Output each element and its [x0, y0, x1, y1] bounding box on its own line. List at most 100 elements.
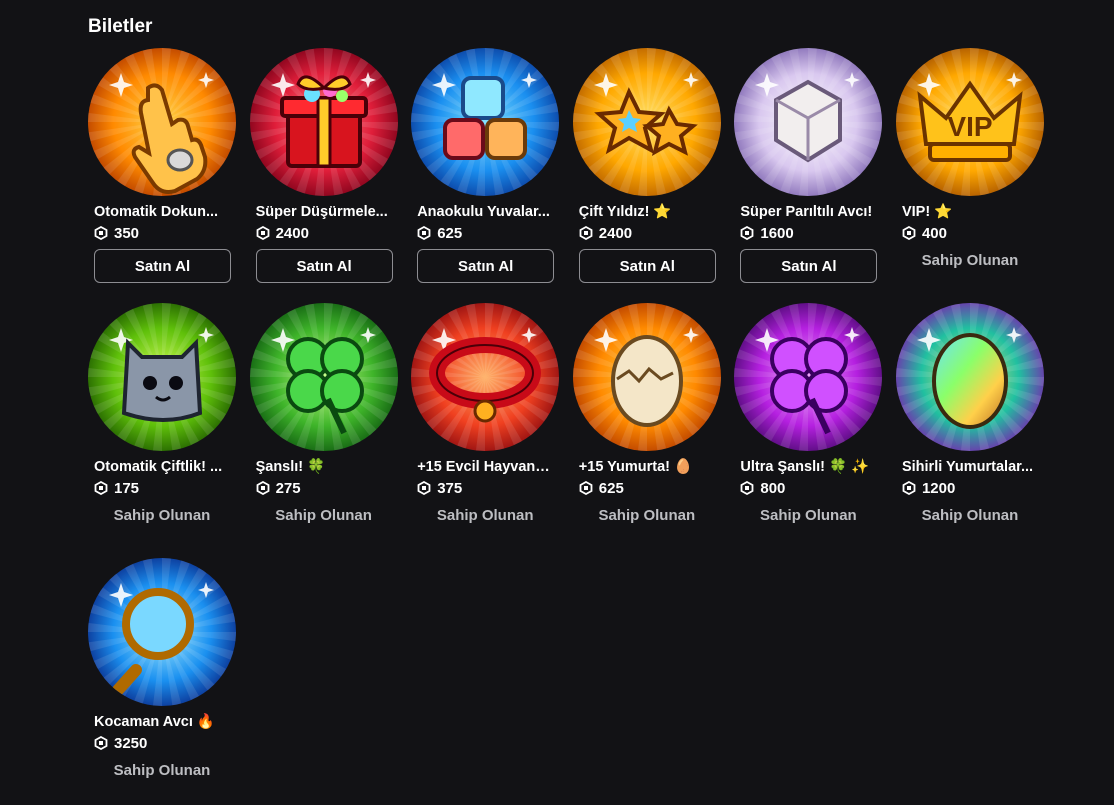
pass-price: 2400 [250, 222, 398, 244]
robux-icon [579, 480, 593, 496]
pass-name: Süper Düşürmele... [250, 202, 392, 222]
pass-name: Anaokulu Yuvalar... [411, 202, 553, 222]
pass-price: 375 [411, 477, 559, 499]
pass-emoji: 🍀 [307, 459, 326, 475]
price-value: 175 [114, 479, 140, 497]
robux-icon [94, 480, 108, 496]
pass-name: Ultra Şanslı! 🍀 ✨ [734, 457, 876, 477]
price-value: 625 [598, 479, 624, 497]
pass-card[interactable]: Otomatik Dokun... 350 Satın Al [88, 48, 236, 286]
pass-name-text: Süper Düşürmele... [255, 204, 388, 220]
pass-price: 625 [411, 222, 559, 244]
robux-icon [256, 225, 270, 241]
pass-card[interactable]: VIP VIP! ⭐ 400 Sahip Olunan [895, 48, 1044, 286]
pass-card[interactable]: Ultra Şanslı! 🍀 ✨ 800 Sahip Olunan [734, 303, 883, 541]
cracked-egg-icon[interactable] [572, 303, 721, 451]
pass-price: 350 [88, 222, 236, 244]
pass-name: Otomatik Çiftlik! ... [88, 457, 230, 477]
magnifier-icon[interactable] [88, 558, 236, 706]
pass-price: 1200 [896, 477, 1044, 499]
owned-label: Sahip Olunan [113, 507, 211, 524]
buy-button[interactable]: Satın Al [417, 249, 555, 283]
owned-label: Sahip Olunan [436, 507, 534, 524]
price-value: 2400 [275, 224, 309, 242]
owned-label: Sahip Olunan [598, 507, 696, 524]
buy-button[interactable]: Satın Al [255, 249, 393, 283]
shiny-dice-icon[interactable] [734, 48, 883, 196]
pass-price: 400 [896, 222, 1044, 244]
owned-label: Sahip Olunan [275, 507, 372, 524]
pass-name-text: Süper Parıltılı Avcı! [740, 204, 873, 220]
owned-label: Sahip Olunan [921, 507, 1019, 524]
pet-collar-icon[interactable] [411, 303, 560, 451]
robux-icon [740, 225, 754, 241]
price-value: 375 [437, 479, 463, 497]
pass-card[interactable]: Otomatik Çiftlik! ... 175 Sahip Olunan [88, 303, 236, 541]
gift-box-icon[interactable] [249, 48, 398, 196]
pass-card[interactable]: Kocaman Avcı 🔥 3250 Sahip Olunan [88, 558, 236, 796]
buy-button[interactable]: Satın Al [578, 249, 716, 283]
robux-icon [902, 225, 916, 241]
pass-name-text: Ultra Şanslı! [740, 459, 825, 475]
robux-icon [417, 480, 431, 496]
pass-emoji: 🥚 [674, 459, 693, 475]
pass-price: 1600 [734, 222, 882, 244]
pass-name: Kocaman Avcı 🔥 [88, 712, 230, 732]
price-value: 1200 [921, 479, 956, 497]
robux-icon [902, 480, 916, 496]
pass-price: 625 [573, 477, 721, 499]
pass-emoji: 🍀 ✨ [828, 459, 870, 475]
pass-price: 3250 [88, 732, 236, 754]
pass-card[interactable]: Çift Yıldız! ⭐ 2400 Satın Al [572, 48, 721, 286]
passes-grid: Otomatik Dokun... 350 Satın Al Süper Düşür… [88, 48, 1044, 796]
price-value: 3250 [114, 734, 148, 752]
pass-name-text: Sihirli Yumurtalar... [901, 459, 1034, 475]
purple-clover-icon[interactable] [734, 303, 883, 451]
pass-price: 175 [88, 477, 236, 499]
buy-button[interactable]: Satın Al [740, 249, 878, 283]
price-value: 275 [275, 479, 301, 497]
pass-price: 2400 [573, 222, 721, 244]
buy-button[interactable]: Satın Al [94, 249, 231, 283]
pass-name-text: Anaokulu Yuvalar... [417, 204, 550, 220]
pass-card[interactable]: Şanslı! 🍀 275 Sahip Olunan [249, 303, 398, 541]
price-value: 400 [921, 224, 947, 242]
pass-name-text: Otomatik Çiftlik! ... [94, 459, 223, 475]
pass-emoji: ⭐ [653, 204, 672, 220]
toy-blocks-icon[interactable] [411, 48, 560, 196]
pass-card[interactable]: Anaokulu Yuvalar... 625 Satın Al [411, 48, 560, 286]
price-value: 2400 [598, 224, 633, 242]
cat-pet-icon[interactable] [88, 303, 236, 451]
svg-text:VIP: VIP [947, 111, 992, 142]
price-value: 1600 [760, 224, 794, 242]
pass-name: Sihirli Yumurtalar... [896, 457, 1038, 477]
pass-emoji: ⭐ [934, 204, 953, 220]
pass-emoji: 🔥 [196, 714, 215, 730]
clover-icon[interactable] [249, 303, 398, 451]
pass-name: VIP! ⭐ [896, 202, 1038, 222]
owned-label: Sahip Olunan [760, 507, 857, 524]
owned-label: Sahip Olunan [921, 252, 1019, 269]
pass-price: 275 [250, 477, 398, 499]
owned-label: Sahip Olunan [113, 762, 211, 779]
pass-name-text: Kocaman Avcı [94, 714, 193, 730]
pass-name: Çift Yıldız! ⭐ [573, 202, 715, 222]
vip-crown-icon[interactable]: VIP [895, 48, 1044, 196]
robux-icon [94, 735, 108, 751]
pass-name: Süper Parıltılı Avcı! [734, 202, 876, 222]
double-star-icon[interactable] [572, 48, 721, 196]
rainbow-egg-icon[interactable] [895, 303, 1044, 451]
pass-name-text: Otomatik Dokun... [94, 204, 219, 220]
pass-name-text: Şanslı! [255, 459, 304, 475]
pass-card[interactable]: +15 Yumurta! 🥚 625 Sahip Olunan [572, 303, 721, 541]
pass-card[interactable]: Süper Parıltılı Avcı! 1600 Satın Al [734, 48, 883, 286]
section-title: Biletler [88, 16, 153, 37]
price-value: 625 [437, 224, 463, 242]
pass-name: Otomatik Dokun... [88, 202, 230, 222]
pass-card[interactable]: Süper Düşürmele... 2400 Satın Al [249, 48, 398, 286]
robux-icon [256, 480, 270, 496]
pass-name-text: +15 Evcil Hayvan! ... [417, 459, 554, 475]
pass-card[interactable]: Sihirli Yumurtalar... 1200 Sahip Olunan [895, 303, 1044, 541]
pass-card[interactable]: +15 Evcil Hayvan! ... 375 Sahip Olunan [411, 303, 560, 541]
tap-hand-icon[interactable] [88, 48, 236, 196]
